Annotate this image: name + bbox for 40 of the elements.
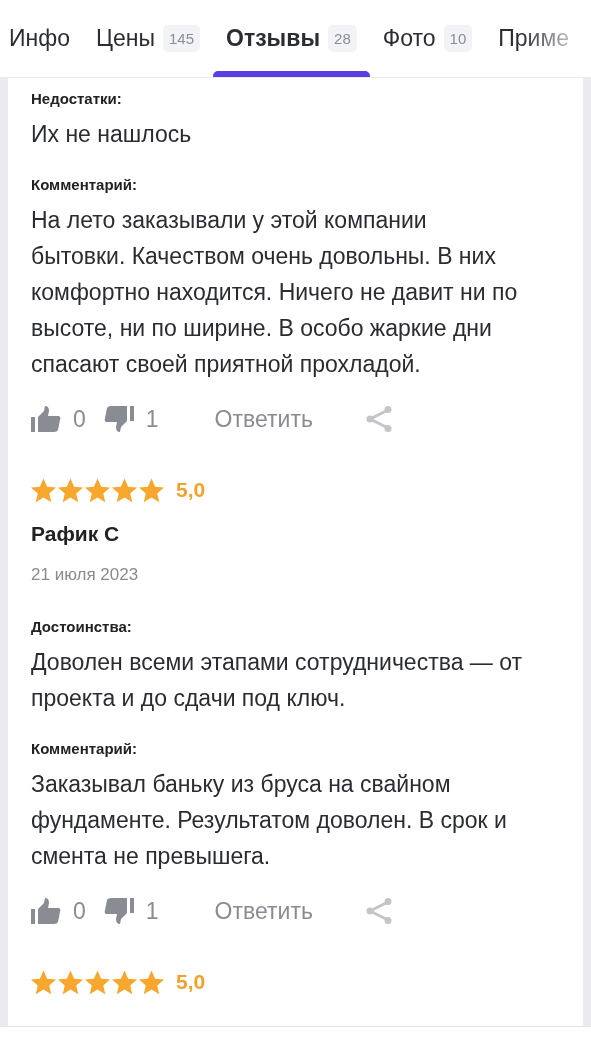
star-icon: [58, 969, 83, 995]
rating-value: 5,0: [176, 970, 206, 994]
thumbs-down-icon[interactable]: [103, 898, 134, 924]
star-icon: [112, 969, 137, 995]
tab[interactable]: Цены 145: [82, 0, 214, 77]
star-icon: [139, 969, 164, 995]
dislike-count: 1: [145, 897, 159, 925]
review-date: 21 июля 2023: [31, 564, 140, 586]
like-count: 0: [73, 405, 86, 433]
tab[interactable]: Фото 10: [369, 0, 486, 77]
section-label: Комментарий:: [31, 739, 137, 759]
star-icon: [85, 477, 110, 503]
star-icon: [31, 477, 56, 503]
like-count: 0: [73, 897, 86, 925]
share-icon[interactable]: [364, 897, 393, 925]
section-label: Комментарий:: [31, 175, 137, 195]
dislike-count: 1: [145, 405, 159, 433]
section-label: Недостатки:: [31, 89, 122, 109]
thumbs-down-icon[interactable]: [103, 406, 134, 432]
count-badge: 28: [328, 25, 357, 52]
review-text: Заказывал баньку из бруса на свайном фундаменте. Результатом доволен. В срок и смента не превышега.: [31, 770, 508, 871]
rating-value: 5,0: [176, 478, 206, 502]
thumbs-up-icon[interactable]: [31, 898, 61, 924]
count-badge: 10: [443, 25, 473, 52]
tab[interactable]: Приме: [485, 0, 583, 77]
star-icon: [139, 477, 164, 503]
tab[interactable]: Инфо: [9, 0, 83, 77]
review-text: Доволен всеми этапами сотрудничества — от проекта и до сдачи под ключ.: [31, 648, 523, 713]
star-icon: [31, 969, 56, 995]
star-icon: [112, 477, 137, 503]
star-icon: [58, 477, 83, 503]
review-text: Их не нашлось: [31, 120, 193, 149]
tab[interactable]: Отзывы 28: [213, 0, 370, 77]
share-icon[interactable]: [364, 405, 393, 433]
thumbs-up-icon[interactable]: [31, 406, 61, 432]
count-badge: 145: [163, 25, 201, 52]
review-text: На лето заказывали у этой компании бытовки. Качеством очень довольны. В них комфортно находится. Ничего не давит ни по высоте, ни по ширине. В особо жаркие дни спасают своей приятной прохладой.: [31, 206, 519, 379]
star-icon: [85, 969, 110, 995]
section-label: Достоинства:: [31, 617, 132, 637]
author-name: Рафик С: [31, 521, 121, 547]
